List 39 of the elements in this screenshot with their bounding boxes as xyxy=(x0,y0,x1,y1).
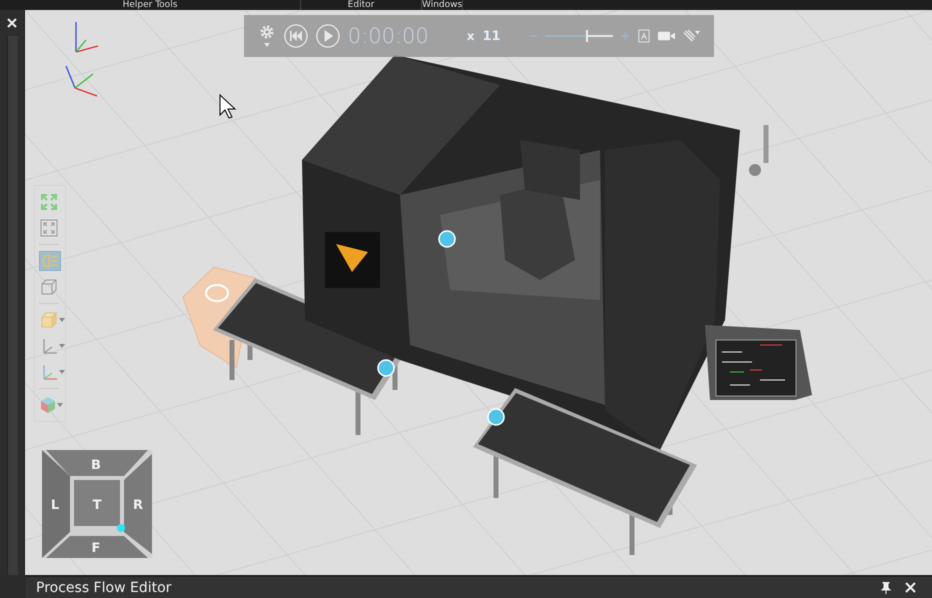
panel-title: Process Flow Editor xyxy=(36,580,172,596)
play-icon[interactable] xyxy=(316,22,340,50)
cube-face-label[interactable]: R xyxy=(133,498,143,513)
caret-icon[interactable] xyxy=(59,318,65,322)
cube-icon[interactable] xyxy=(40,311,58,329)
filter-icon[interactable] xyxy=(682,28,700,44)
caret-icon[interactable] xyxy=(57,403,63,407)
view-cube[interactable] xyxy=(42,450,152,558)
caret-icon[interactable] xyxy=(59,370,65,374)
close-icon[interactable] xyxy=(905,582,916,593)
expand-icon[interactable] xyxy=(40,193,58,211)
headlight-icon[interactable] xyxy=(40,252,60,270)
logo-icon xyxy=(325,232,380,288)
speed-value: 11 xyxy=(482,28,501,44)
rewind-icon[interactable] xyxy=(284,22,308,50)
connection-point[interactable] xyxy=(377,359,395,377)
zoom-slider[interactable] xyxy=(545,30,614,42)
fit-view-icon[interactable] xyxy=(40,219,58,237)
plus-icon[interactable] xyxy=(621,31,630,41)
axes-icon xyxy=(65,66,98,97)
cube-icon[interactable] xyxy=(40,396,56,414)
close-icon[interactable] xyxy=(7,18,17,28)
pin-icon[interactable] xyxy=(881,582,891,594)
cube-icon[interactable] xyxy=(40,278,58,296)
cube-face-label[interactable]: F xyxy=(92,541,100,556)
time-readout: 0:00:00 xyxy=(348,24,429,48)
connection-point[interactable] xyxy=(438,230,456,248)
cube-face-label[interactable]: L xyxy=(50,498,60,513)
pdf-icon[interactable] xyxy=(638,28,650,44)
caret-icon[interactable] xyxy=(59,344,65,348)
connection-point[interactable] xyxy=(487,408,505,426)
slider-thumb[interactable] xyxy=(586,30,588,42)
axes-icon xyxy=(75,22,98,53)
cube-face-label[interactable]: B xyxy=(91,458,101,473)
settings-icon[interactable] xyxy=(258,24,276,48)
cube-face-label[interactable]: T xyxy=(92,498,102,513)
cursor-icon xyxy=(220,94,236,119)
video-camera-icon[interactable] xyxy=(658,30,675,42)
speed-label: x xyxy=(466,29,474,43)
